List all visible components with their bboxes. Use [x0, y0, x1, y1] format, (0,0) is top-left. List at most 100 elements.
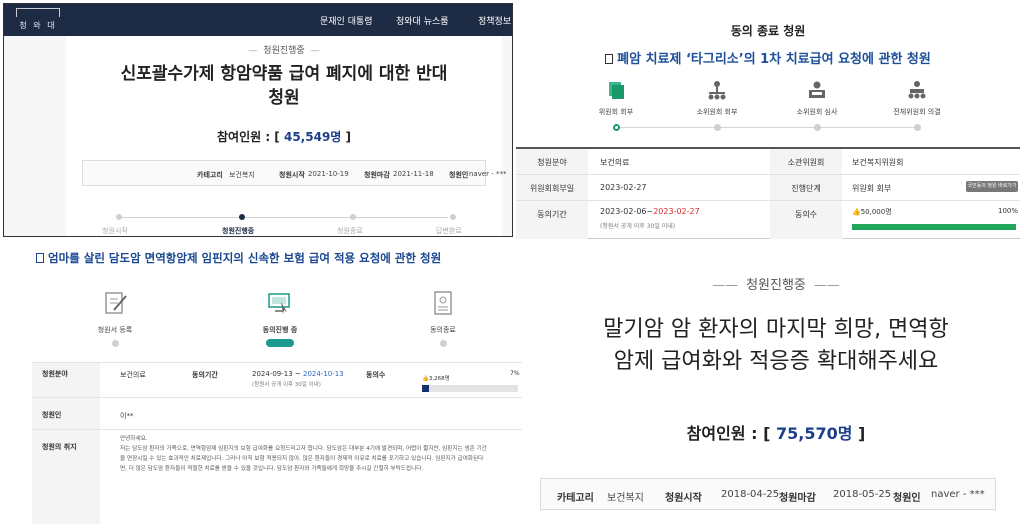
petition-card: — 청원진행중 — 신포괄수가제 항암약품 급여 폐지에 대한 반대 청원 참여인원…: [66, 36, 507, 236]
participant-count-close: ]: [858, 424, 866, 443]
field-label: 청원분야: [516, 149, 588, 174]
period-note: (청원서 공개 이후 30일 이내): [600, 223, 676, 230]
petition-panel-tagrisso-2023: 동의 종료 청원 폐암 치료제 ‘타그리소’의 1차 치료급여 요청에 관한 청…: [514, 12, 1022, 244]
step-label-committee-referral: 위원회 회부: [598, 108, 634, 116]
step-label-closed: 동의종료: [430, 326, 456, 334]
progress-label-closed: 청원종료: [337, 227, 363, 235]
step-label-registered: 청원서 등록: [97, 326, 133, 334]
agree-label: 동의수: [770, 201, 842, 239]
agree-percent: 100%: [998, 207, 1019, 215]
petition-title-line2: 청원: [268, 88, 300, 108]
petition-title: 폐암 치료제 ‘타그리소’의 1차 치료급여 요청에 관한 청원: [514, 48, 1022, 67]
document-icon: [36, 253, 44, 263]
progress-dot-closed: [350, 214, 356, 220]
table-row: 청원인 이**: [32, 398, 522, 430]
agree-progress-bar: [852, 224, 1016, 230]
category-value: 보건복지: [607, 493, 644, 504]
petition-title-line1: 말기암 암 환자의 마지막 희망, 면역항: [603, 317, 949, 342]
petition-title-text: 엄마를 살린 담도암 면역항암제 임핀지의 신속한 보험 급여 적용 요청에 관…: [48, 251, 442, 265]
participant-count-close: ]: [345, 130, 352, 144]
progress-dot-start: [116, 214, 122, 220]
petition-title: 말기암 암 환자의 마지막 희망, 면역항 암제 급여화와 적응증 확대해주세요: [530, 314, 1022, 378]
committee-vote-icon: [908, 81, 926, 99]
field-label: 청원분야: [32, 363, 100, 397]
petition-title-text: 폐암 치료제 ‘타그리소’의 1차 치료급여 요청에 관한 청원: [617, 52, 931, 67]
participant-count: 참여인원 : [ 75,570명 ]: [530, 420, 1022, 444]
participant-count-label: 참여인원 : [: [216, 130, 280, 144]
petition-status: —— 청원진행중 ——: [712, 278, 840, 293]
author-label: 청원인: [449, 171, 469, 179]
step-label-in-progress: 동의진행 중: [262, 326, 298, 334]
period-range: 2023-02-06~2023-02-27: [600, 207, 700, 216]
purpose-line: 안녕하세요.: [120, 436, 148, 442]
progress-label-answered: 답변완료: [436, 227, 462, 235]
step-dot-full-committee-vote: [914, 124, 921, 131]
step-label-subcommittee-review: 소위원회 심사: [796, 108, 838, 116]
petition-info-box: 카테고리 보건복지 청원시작 2021-10-19 청원마감 2021-11-1…: [82, 160, 507, 186]
petition-title: 엄마를 살린 담도암 면역항암제 임핀지의 신속한 보험 급여 적용 요청에 관…: [36, 250, 441, 266]
period-start: 2023-02-06~: [600, 207, 654, 216]
nav-item-newsroom[interactable]: 청와대 뉴스룸: [396, 14, 449, 27]
progress-label-ongoing: 청원진행중: [222, 227, 255, 235]
petition-panel-imfinzi-2024: 엄마를 살린 담도암 면역항암제 임핀지의 신속한 보험 급여 적용 요청에 관…: [30, 244, 522, 526]
document-icon: [605, 54, 614, 64]
agree-progress-fill: [422, 385, 429, 392]
national-petition-link-button[interactable]: 국민동의 청원 바로가기 >: [966, 181, 1018, 200]
nav-item-president[interactable]: 문재인 대통령: [320, 14, 373, 27]
nav-item-policy-info[interactable]: 정책정보: [478, 14, 511, 27]
field-value: 보건의료: [120, 371, 146, 379]
end-date-label: 청원마감: [779, 493, 816, 504]
participant-count-label: 참여인원 : [: [686, 424, 771, 443]
table-row: 동의기간 2023-02-06~2023-02-27 (청원서 공개 이후 30…: [516, 201, 1020, 239]
table-row: 청원분야 보건의료 동의기간 2024-09-13 ~ 2024-10-13 (…: [32, 362, 522, 398]
step-dot-registered: [112, 340, 119, 347]
period-label: 동의기간: [192, 371, 218, 379]
purpose-line: 저는 담도암 환자의 가족으로, 면역항암제 임핀지의 보험 급여화를 요청드리…: [120, 446, 487, 452]
start-date-value: 2021-10-19: [308, 170, 349, 178]
agree-count-value: 3,268명: [428, 376, 450, 382]
participant-count: 참여인원 : [ 45,549명 ]: [66, 128, 502, 145]
logo-text: 청 와 대: [19, 21, 57, 30]
purpose-text: 안녕하세요. 저는 담도암 환자의 가족으로, 면역항암제 임핀지의 보험 급여…: [120, 434, 520, 474]
cheongwadae-logo[interactable]: 청 와 대: [10, 7, 66, 33]
period-note: (청원서 공개 이후 30일 이내): [252, 382, 321, 388]
participant-count-value: 75,570명: [775, 424, 853, 443]
review-desk-icon: [809, 81, 825, 98]
petition-info-box: 카테고리 보건복지 청원시작 2018-04-25 청원마감 2018-05-2…: [540, 478, 996, 510]
purpose-label: 청원의 취지: [32, 430, 100, 524]
agree-count-value: 50,000명: [860, 208, 892, 216]
petition-title-line1: 신포괄수가제 항암약품 급여 폐지에 대한 반대: [120, 64, 448, 84]
step-label-subcommittee-referral: 소위원회 회부: [696, 108, 738, 116]
period-end: 2024-10-13: [303, 370, 344, 378]
petition-info-table: 청원분야 보건의료 동의기간 2024-09-13 ~ 2024-10-13 (…: [32, 362, 522, 524]
step-dot-committee-referral: [613, 124, 620, 131]
committee-value: 보건복지위원회: [852, 158, 904, 167]
status-label: 청원진행중: [263, 46, 305, 56]
purpose-line: 면, 더 많은 담도암 환자들이 적절한 치료를 받을 수 있을 것입니다. 담…: [120, 466, 424, 472]
petition-title-line2: 암제 급여화와 적응증 확대해주세요: [613, 349, 939, 374]
top-navigation-bar: 청 와 대 문재인 대통령 청와대 뉴스룸 정책정보: [4, 4, 512, 36]
computer-click-icon: [268, 293, 290, 314]
category-label: 카테고리: [557, 493, 594, 504]
closed-petition-heading: 동의 종료 청원: [730, 24, 806, 38]
committee-label: 소관위원회: [770, 149, 842, 174]
agree-progress-bar: [422, 385, 518, 392]
progress-dot-answered: [450, 214, 456, 220]
progress-track: [118, 217, 448, 218]
petition-status: — 청원진행중 —: [248, 46, 320, 56]
start-date-label: 청원시작: [279, 171, 305, 179]
agree-count: 👍50,000명: [852, 208, 892, 216]
progress-label-start: 청원시작: [102, 227, 128, 235]
agree-progress-fill: [852, 224, 1016, 230]
author-label: 청원인: [32, 398, 100, 429]
petition-info-table: 청원분야 보건의료 소관위원회 보건복지위원회 위원회회부일 2023-02-2…: [516, 147, 1020, 239]
petition-panel-cheongwadae-2021: 청 와 대 문재인 대통령 청와대 뉴스룸 정책정보 — 청원진행중 — 신포괄수가…: [3, 3, 513, 237]
author-value: 이**: [120, 412, 134, 420]
steps-track: [618, 127, 918, 128]
author-value: naver - ***: [469, 170, 507, 178]
start-date-value: 2018-04-25: [721, 489, 780, 500]
end-date-value: 2018-05-25: [833, 489, 892, 500]
author-value: naver - ***: [931, 489, 985, 500]
step-dot-closed: [440, 340, 447, 347]
period-end: 2023-02-27: [653, 207, 700, 216]
